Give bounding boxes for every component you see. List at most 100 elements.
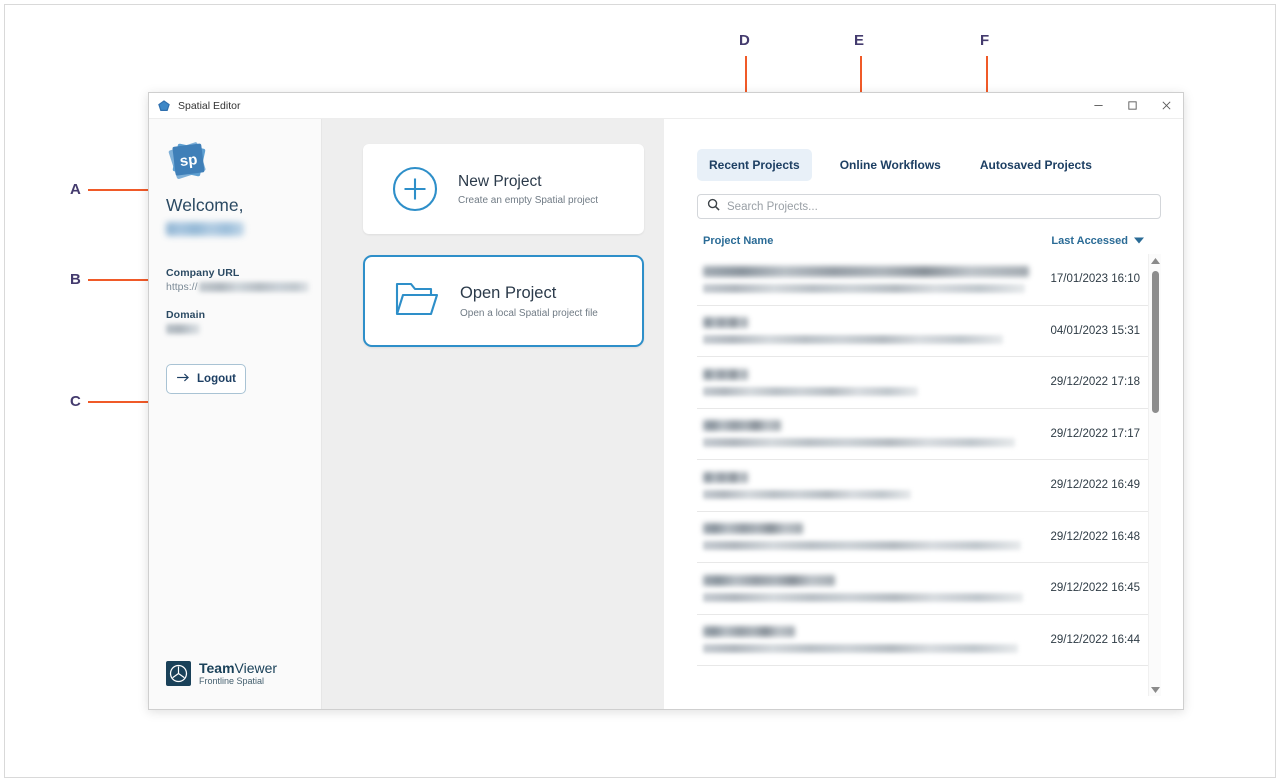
table-row[interactable]: 17/01/2023 16:10 [697,254,1148,306]
projects-panel: Recent Projects Online Workflows Autosav… [664,119,1183,709]
project-last-accessed: 29/12/2022 16:49 [1050,479,1140,492]
teamviewer-wordmark: TeamViewer Frontline Spatial [199,659,278,687]
search-bar[interactable] [697,194,1161,219]
project-path-redacted [703,335,1003,345]
callout-letter-f: F [980,32,990,49]
caret-up-icon[interactable] [1150,254,1160,267]
project-info [703,471,1036,499]
table-row[interactable]: 04/01/2023 15:31 [697,306,1148,357]
open-project-title: Open Project [460,284,557,303]
brand-name-bold: Team [199,659,235,676]
project-path-redacted [703,386,918,396]
tab-online-workflows[interactable]: Online Workflows [828,149,953,181]
callout-letter-a: A [70,181,82,198]
brand-name-light: Viewer [234,659,278,676]
new-project-card[interactable]: New Project Create an empty Spatial proj… [363,144,644,234]
window-title: Spatial Editor [178,99,241,112]
folder-open-icon [394,278,440,324]
svg-text:sp: sp [179,151,198,170]
new-project-text: New Project Create an empty Spatial proj… [458,172,598,206]
project-last-accessed: 29/12/2022 17:17 [1050,427,1140,440]
logout-button[interactable]: Logout [166,363,246,394]
project-name-redacted [703,523,803,535]
sidebar: sp Welcome, Company URL https:// Domain [149,119,322,709]
projects-list-scrollbar[interactable] [1148,254,1161,696]
project-last-accessed: 17/01/2023 16:10 [1050,273,1140,286]
project-path-redacted [703,489,911,499]
app-window: Spatial Editor sp Welcome, Company URL h… [148,92,1184,710]
project-info [703,574,1036,602]
project-last-accessed: 29/12/2022 17:18 [1050,376,1140,389]
new-project-subtitle: Create an empty Spatial project [458,195,599,207]
callout-letter-c: C [70,393,82,410]
spatial-diamond-icon [157,99,171,113]
domain-redacted [166,323,200,334]
screenshot-page: A B C D E F Spatial Editor sp Welcome, C… [0,0,1280,782]
tab-bar: Recent Projects Online Workflows Autosav… [697,149,1161,181]
list-column-headers: Project Name Last Accessed [697,235,1161,247]
table-row[interactable]: 29/12/2022 16:49 [697,460,1148,512]
project-name-redacted [703,317,748,329]
window-body: sp Welcome, Company URL https:// Domain [149,119,1183,709]
project-name-redacted [703,574,835,586]
scrollbar-track[interactable] [1149,267,1161,683]
company-url-label: Company URL [166,266,240,279]
search-input[interactable] [727,200,1151,213]
actions-panel: New Project Create an empty Spatial proj… [322,119,664,709]
table-row[interactable]: 29/12/2022 17:17 [697,409,1148,460]
maximize-icon[interactable] [1115,93,1149,118]
open-project-subtitle: Open a local Spatial project file [460,307,598,319]
table-row[interactable]: 29/12/2022 16:45 [697,563,1148,615]
domain-label: Domain [166,308,206,321]
username-redacted [166,221,244,236]
project-path-redacted [703,592,1023,602]
project-path-redacted [703,644,1018,654]
scrollbar-thumb[interactable] [1152,271,1159,413]
title-bar[interactable]: Spatial Editor [149,93,1183,119]
project-info [703,420,1036,448]
callout-letter-e: E [854,32,865,49]
project-info [703,317,1036,345]
column-header-last-accessed[interactable]: Last Accessed [1051,235,1144,247]
table-row[interactable]: 29/12/2022 16:48 [697,512,1148,563]
project-path-redacted [703,541,1021,551]
project-info [703,626,1036,654]
company-url-redacted [198,281,309,292]
logout-label: Logout [197,372,236,385]
minimize-icon[interactable] [1081,93,1115,118]
table-row[interactable]: 29/12/2022 16:44 [697,615,1148,666]
project-info [703,523,1036,551]
project-name-redacted [703,368,748,380]
tab-autosaved-projects[interactable]: Autosaved Projects [968,149,1104,181]
plus-circle-icon [392,166,438,212]
project-name-redacted [703,265,1029,277]
sp-logo-icon: sp [166,137,212,183]
project-info [703,368,1036,396]
welcome-text: Welcome, [166,195,244,215]
tab-recent-projects[interactable]: Recent Projects [697,149,812,181]
teamviewer-mark-icon [166,661,191,687]
projects-list: 17/01/2023 16:10 04/01/2023 15:31 29/12/20… [697,254,1148,696]
table-row[interactable]: 29/12/2022 17:18 [697,357,1148,409]
company-url-value: https:// [166,281,321,293]
caret-down-icon[interactable] [1150,683,1160,696]
brand-product: Frontline Spatial [199,676,265,687]
project-info [703,265,1036,293]
column-header-last-accessed-label: Last Accessed [1051,235,1128,247]
project-last-accessed: 04/01/2023 15:31 [1050,324,1140,337]
projects-list-wrapper: 17/01/2023 16:10 04/01/2023 15:31 29/12/20… [697,254,1161,696]
column-header-project-name[interactable]: Project Name [703,235,1051,247]
project-last-accessed: 29/12/2022 16:45 [1050,582,1140,595]
close-icon[interactable] [1149,93,1183,118]
new-project-title: New Project [458,172,542,190]
sort-descending-icon [1134,235,1144,247]
project-name-redacted [703,420,781,432]
company-url-prefix: https:// [166,280,198,293]
project-last-accessed: 29/12/2022 16:44 [1050,633,1140,646]
teamviewer-logo: TeamViewer Frontline Spatial [166,659,321,687]
open-project-card[interactable]: Open Project Open a local Spatial projec… [363,255,644,347]
project-name-redacted [703,471,748,483]
project-path-redacted [703,438,1015,448]
callout-letter-b: B [70,271,82,288]
project-last-accessed: 29/12/2022 16:48 [1050,530,1140,543]
